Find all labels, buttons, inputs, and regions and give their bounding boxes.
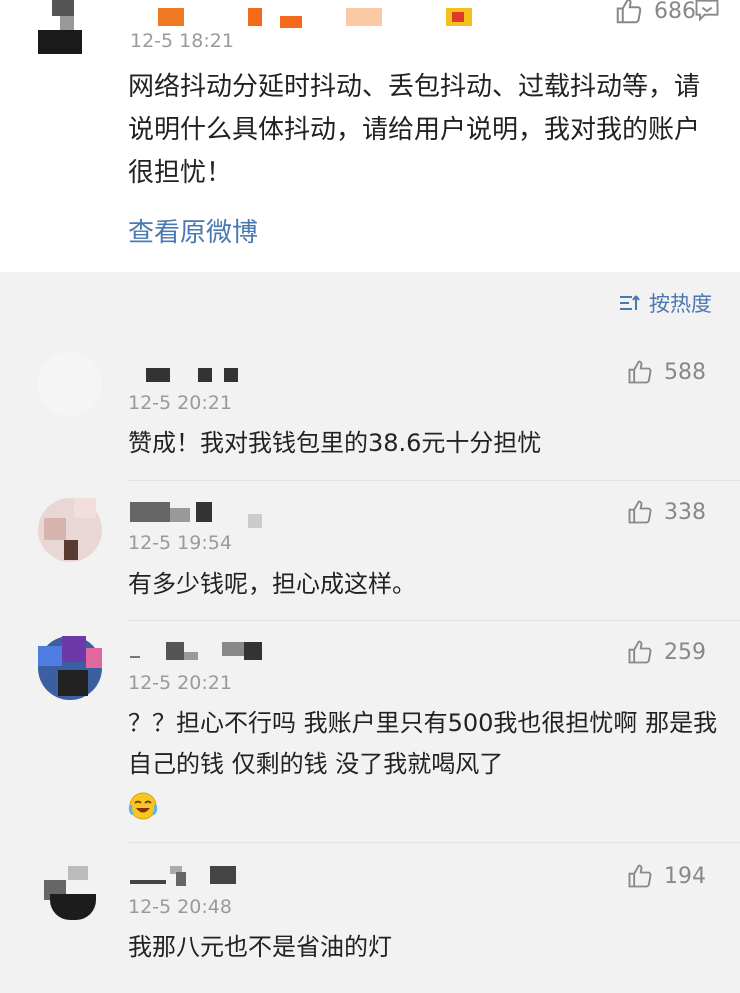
comment-like-button[interactable]: 194 xyxy=(626,862,706,890)
sort-label: 按热度 xyxy=(649,292,712,316)
share-button[interactable] xyxy=(692,0,722,28)
comment-text: 有多少钱呢，担心成这样。 xyxy=(128,570,416,598)
comment-like-button[interactable]: 259 xyxy=(626,638,706,666)
thumbs-up-icon xyxy=(616,0,642,24)
thumbs-up-icon xyxy=(628,360,652,384)
comment-text-body: ？？担心不行吗 我账户里只有500我也很担忧啊 那是我自己的钱 仅剩的钱 没了我… xyxy=(128,709,718,778)
comment-time: 12-5 19:54 xyxy=(128,532,232,554)
post-time: 12-5 18:21 xyxy=(130,30,234,52)
post-body-text: 网络抖动分延时抖动、丢包抖动、过载抖动等，请说明什么具体抖动，请给用户说明，我对… xyxy=(128,72,701,188)
thumbs-up-icon xyxy=(628,640,652,664)
comment-like-count: 338 xyxy=(664,499,706,525)
commenter-avatar[interactable] xyxy=(38,352,102,416)
comment-text: ？？担心不行吗 我账户里只有500我也很担忧啊 那是我自己的钱 仅剩的钱 没了我… xyxy=(128,703,718,826)
poster-avatar[interactable] xyxy=(38,0,94,56)
commenter-avatar[interactable] xyxy=(38,860,102,924)
thumbs-up-icon xyxy=(628,864,652,888)
comment-divider xyxy=(128,842,740,843)
share-icon xyxy=(695,0,719,22)
comment-like-count: 194 xyxy=(664,863,706,889)
comment-like-count: 259 xyxy=(664,639,706,665)
comment-time: 12-5 20:21 xyxy=(128,672,232,694)
original-post-card: 12-5 18:21 686 网络抖动分延时抖动、丢包抖动、过载抖动等，请说明什… xyxy=(0,0,740,272)
post-like-count: 686 xyxy=(654,0,696,24)
comment-text: 赞成！我对我钱包里的38.6元十分担忧 xyxy=(128,429,542,457)
sort-by-hot-button[interactable]: 按热度 xyxy=(619,288,712,318)
comment-divider xyxy=(128,620,740,621)
sort-icon xyxy=(620,295,640,310)
poster-name-blur[interactable] xyxy=(150,8,490,28)
laughing-crying-emoji xyxy=(128,792,158,820)
comment-time: 12-5 20:48 xyxy=(128,896,232,918)
comment-divider xyxy=(128,480,740,481)
comment-time: 12-5 20:21 xyxy=(128,392,232,414)
view-original-link[interactable]: 查看原微博 xyxy=(128,212,258,249)
comment-like-count: 588 xyxy=(664,359,706,385)
comment-text: 我那八元也不是省油的灯 xyxy=(128,933,392,961)
commenter-avatar[interactable] xyxy=(38,498,102,562)
comment-like-button[interactable]: 338 xyxy=(626,498,706,526)
commenter-avatar[interactable] xyxy=(38,636,102,700)
post-like-button[interactable]: 686 xyxy=(614,0,696,26)
comment-like-button[interactable]: 588 xyxy=(626,358,706,386)
thumbs-up-icon xyxy=(628,500,652,524)
